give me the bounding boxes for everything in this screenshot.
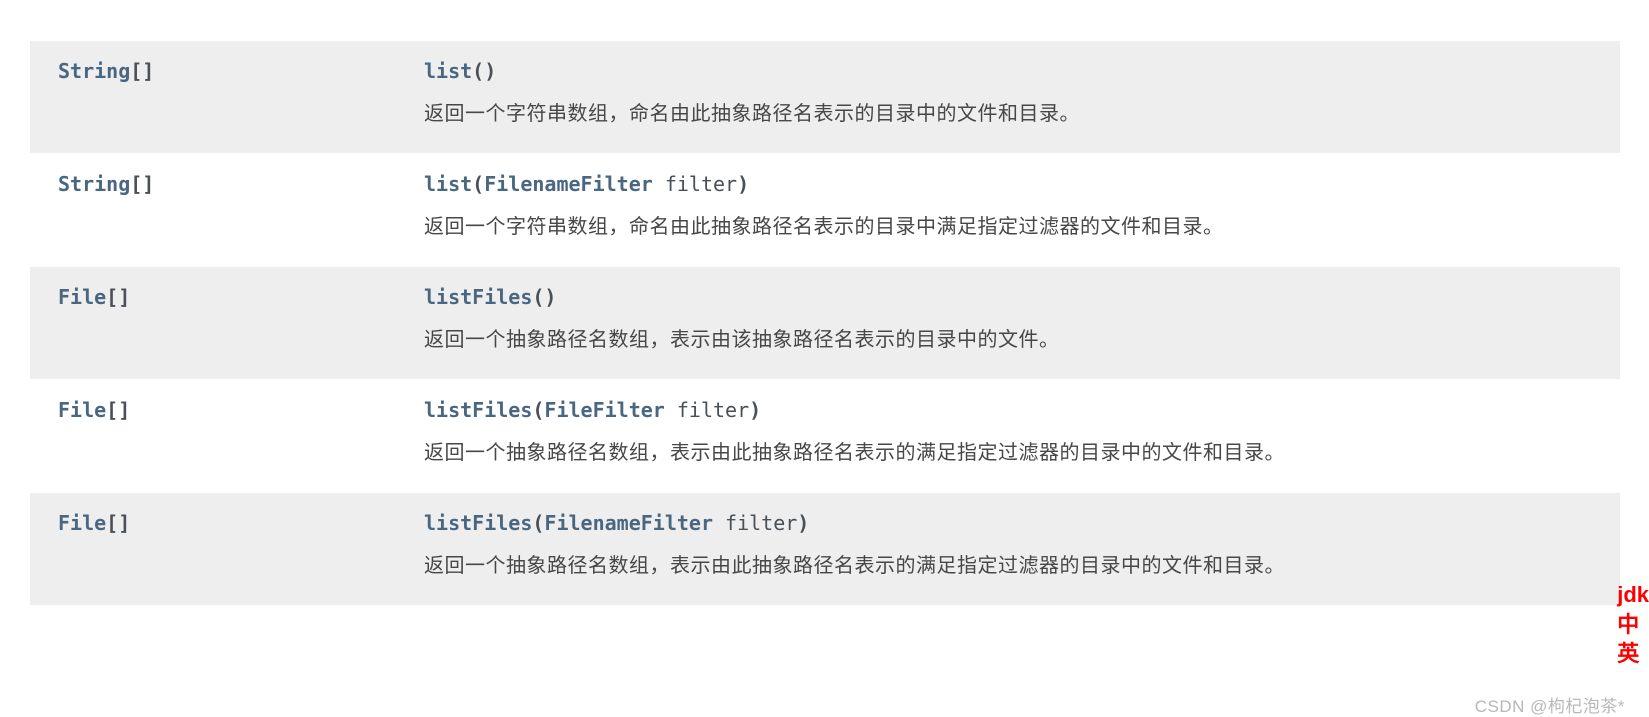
- method-description: 返回一个抽象路径名数组，表示由该抽象路径名表示的目录中的文件。: [424, 323, 1464, 357]
- method-description: 返回一个抽象路径名数组，表示由此抽象路径名表示的满足指定过滤器的目录中的文件和目…: [424, 436, 1464, 470]
- method-description: 返回一个字符串数组，命名由此抽象路径名表示的目录中的文件和目录。: [424, 97, 1464, 131]
- return-type-link[interactable]: String: [58, 172, 130, 196]
- return-type-cell: String[]: [58, 59, 424, 131]
- return-type-suffix: []: [106, 398, 130, 422]
- method-cell: listFiles(FileFilter filter) 返回一个抽象路径名数组，…: [424, 398, 1592, 470]
- return-type-link[interactable]: File: [58, 285, 106, 309]
- method-link[interactable]: list: [424, 172, 472, 196]
- paren-open: (: [472, 172, 484, 196]
- return-type-suffix: []: [106, 285, 130, 309]
- watermark: CSDN @枸杞泡茶*: [1475, 692, 1625, 717]
- method-table: String[]list()返回一个字符串数组，命名由此抽象路径名表示的目录中的…: [30, 40, 1620, 605]
- method-signature: listFiles(FilenameFilter filter): [424, 511, 1592, 535]
- paren-open: (: [532, 398, 544, 422]
- table-row: File[]listFiles(FileFilter filter)返回一个抽象…: [30, 379, 1620, 492]
- paren-close: ): [749, 398, 761, 422]
- method-link[interactable]: listFiles: [424, 511, 532, 535]
- method-signature: list(): [424, 59, 1592, 83]
- paren-close: ): [544, 285, 556, 309]
- method-description: 返回一个抽象路径名数组，表示由此抽象路径名表示的满足指定过滤器的目录中的文件和目…: [424, 549, 1464, 583]
- sidebar-line3: 英: [1617, 639, 1649, 669]
- paren-close: ): [484, 59, 496, 83]
- method-cell: list(FilenameFilter filter) 返回一个字符串数组，命名由…: [424, 172, 1592, 244]
- return-type-cell: File[]: [58, 285, 424, 357]
- return-type-link[interactable]: String: [58, 59, 130, 83]
- return-type-link[interactable]: File: [58, 398, 106, 422]
- return-type-cell: File[]: [58, 398, 424, 470]
- param-name: filter: [665, 398, 749, 422]
- return-type-link[interactable]: File: [58, 511, 106, 535]
- table-row: String[]list(FilenameFilter filter)返回一个字…: [30, 153, 1620, 266]
- method-signature: listFiles(): [424, 285, 1592, 309]
- method-link[interactable]: listFiles: [424, 285, 532, 309]
- method-cell: list() 返回一个字符串数组，命名由此抽象路径名表示的目录中的文件和目录。: [424, 59, 1592, 131]
- param-type-link[interactable]: FilenameFilter: [544, 511, 713, 535]
- sidebar-label: jdk 中 英: [1617, 580, 1649, 669]
- return-type-cell: File[]: [58, 511, 424, 583]
- paren-open: (: [532, 511, 544, 535]
- sidebar-line2: 中: [1617, 610, 1649, 640]
- return-type-cell: String[]: [58, 172, 424, 244]
- param-name: filter: [713, 511, 797, 535]
- table-row: File[]listFiles(FilenameFilter filter)返回…: [30, 492, 1620, 605]
- param-name: filter: [653, 172, 737, 196]
- paren-close: ): [797, 511, 809, 535]
- method-cell: listFiles(FilenameFilter filter) 返回一个抽象路径…: [424, 511, 1592, 583]
- param-type-link[interactable]: FileFilter: [544, 398, 664, 422]
- param-type-link[interactable]: FilenameFilter: [484, 172, 653, 196]
- table-row: String[]list()返回一个字符串数组，命名由此抽象路径名表示的目录中的…: [30, 40, 1620, 153]
- method-link[interactable]: list: [424, 59, 472, 83]
- method-cell: listFiles() 返回一个抽象路径名数组，表示由该抽象路径名表示的目录中的文…: [424, 285, 1592, 357]
- paren-open: (: [472, 59, 484, 83]
- method-description: 返回一个字符串数组，命名由此抽象路径名表示的目录中满足指定过滤器的文件和目录。: [424, 210, 1464, 244]
- method-signature: list(FilenameFilter filter): [424, 172, 1592, 196]
- method-link[interactable]: listFiles: [424, 398, 532, 422]
- return-type-suffix: []: [130, 172, 154, 196]
- paren-open: (: [532, 285, 544, 309]
- table-row: File[]listFiles()返回一个抽象路径名数组，表示由该抽象路径名表示…: [30, 266, 1620, 379]
- paren-close: ): [737, 172, 749, 196]
- method-signature: listFiles(FileFilter filter): [424, 398, 1592, 422]
- return-type-suffix: []: [106, 511, 130, 535]
- return-type-suffix: []: [130, 59, 154, 83]
- sidebar-line1: jdk: [1617, 580, 1649, 610]
